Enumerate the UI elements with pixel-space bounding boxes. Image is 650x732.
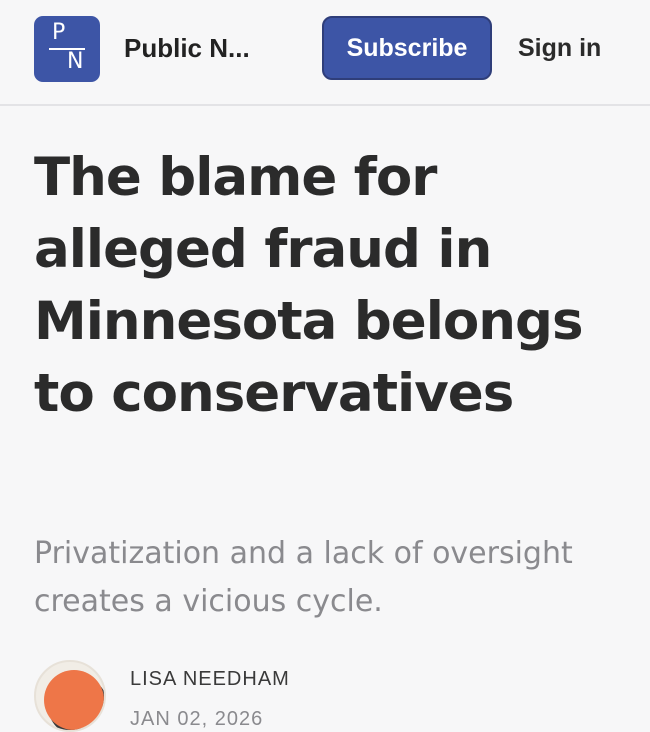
author-name-link[interactable]: LISA NEEDHAM [130,668,290,691]
top-navigation-bar: P N Public N... Subscribe Sign in [0,0,650,106]
sign-in-link[interactable]: Sign in [518,32,601,64]
author-avatar[interactable] [34,660,106,732]
logo-letter-bottom: N [67,49,84,74]
logo-letter-top: P [52,20,66,45]
publication-logo-icon[interactable]: P N [34,16,100,82]
article-page: P N Public N... Subscribe Sign in The bl… [0,0,650,732]
publication-name-link[interactable]: Public N... [124,32,250,64]
subscribe-button[interactable]: Subscribe [322,16,492,80]
publish-date: JAN 02, 2026 [130,708,264,730]
article-subtitle: Privatization and a lack of oversight cr… [34,536,573,619]
avatar-image [44,670,104,730]
article-title: The blame for alleged fraud in Minnesota… [34,147,584,424]
